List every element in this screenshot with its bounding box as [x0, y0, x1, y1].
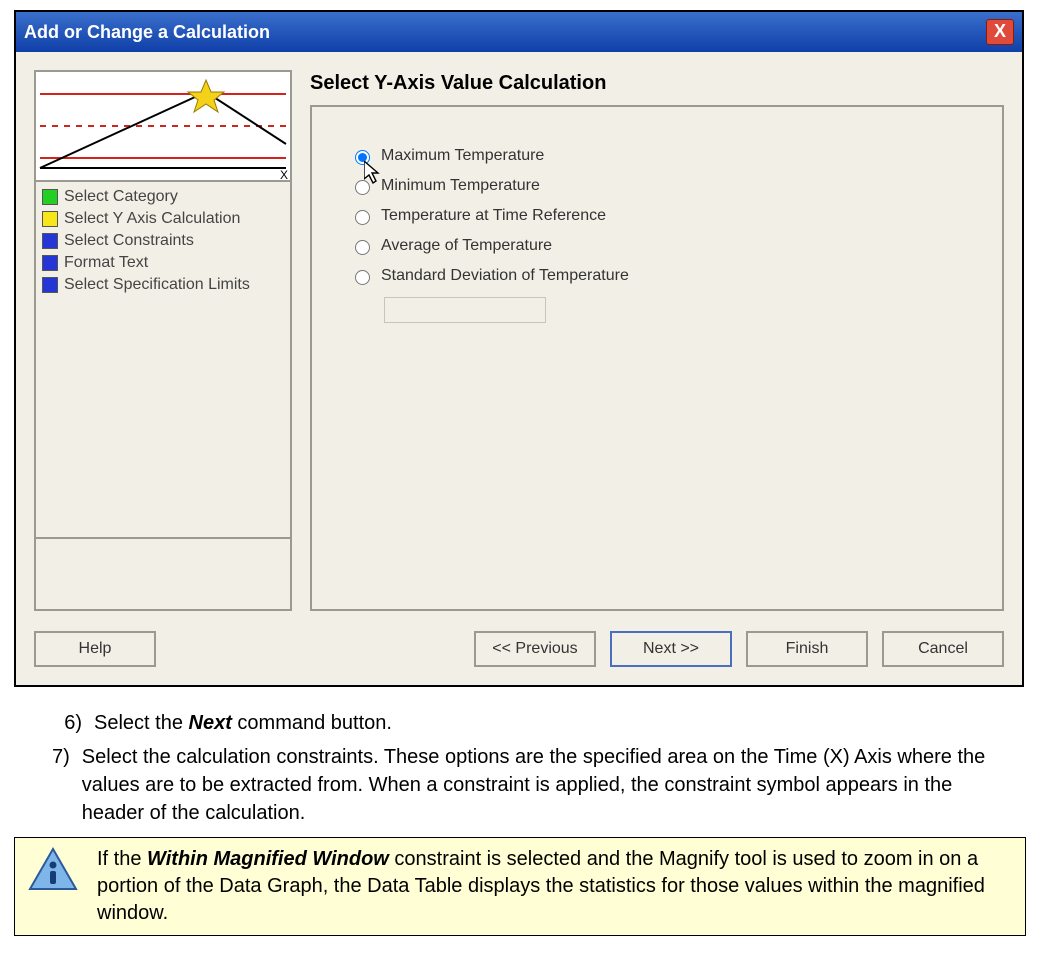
radio-input[interactable] [355, 270, 370, 285]
button-label: Help [79, 640, 112, 658]
close-button[interactable]: X [986, 19, 1014, 45]
radio-option-avg-temp[interactable]: Average of Temperature [350, 237, 992, 255]
instruction-7: 7) Select the calculation constraints. T… [52, 743, 1006, 827]
radio-option-stddev-temp[interactable]: Standard Deviation of Temperature [350, 267, 992, 285]
step-label: Select Y Axis Calculation [64, 210, 240, 228]
panel-heading: Select Y-Axis Value Calculation [310, 70, 1004, 105]
wizard-step[interactable]: Select Category [42, 186, 284, 208]
button-label: Next >> [643, 640, 699, 658]
disabled-dropdown [384, 297, 546, 323]
option-label: Minimum Temperature [381, 177, 540, 195]
radio-input[interactable] [355, 150, 370, 165]
disabled-dropdown-row [376, 297, 992, 323]
next-button[interactable]: Next >> [610, 631, 732, 667]
wizard-step[interactable]: Select Constraints [42, 230, 284, 252]
step-label: Select Category [64, 188, 178, 206]
step-label: Select Specification Limits [64, 276, 250, 294]
note-box: If the Within Magnified Window constrain… [14, 837, 1026, 936]
instruction-6: 6) Select the Next command button. [52, 709, 1006, 737]
option-label: Standard Deviation of Temperature [381, 267, 629, 285]
preview-x-label: X [280, 168, 288, 182]
step-marker-icon [42, 211, 58, 227]
titlebar: Add or Change a Calculation X [16, 12, 1022, 52]
wizard-step[interactable]: Format Text [42, 252, 284, 274]
radio-option-temp-at-ref[interactable]: Temperature at Time Reference [350, 207, 992, 225]
window-title: Add or Change a Calculation [24, 22, 270, 43]
radio-option-max-temp[interactable]: Maximum Temperature [350, 147, 992, 165]
help-button[interactable]: Help [34, 631, 156, 667]
chart-preview: X [34, 70, 292, 182]
description-box [34, 539, 292, 611]
button-label: Finish [786, 640, 829, 658]
instruction-text: Select the calculation constraints. Thes… [82, 743, 1006, 827]
finish-button[interactable]: Finish [746, 631, 868, 667]
radio-input[interactable] [355, 180, 370, 195]
note-text: If the Within Magnified Window constrain… [97, 846, 1013, 927]
radio-option-min-temp[interactable]: Minimum Temperature [350, 177, 992, 195]
option-label: Average of Temperature [381, 237, 552, 255]
step-label: Format Text [64, 254, 148, 272]
cancel-button[interactable]: Cancel [882, 631, 1004, 667]
step-marker-icon [42, 255, 58, 271]
close-icon: X [994, 21, 1006, 41]
radio-input[interactable] [355, 240, 370, 255]
instruction-number: 7) [52, 743, 70, 827]
step-label: Select Constraints [64, 232, 194, 250]
wizard-dialog: Add or Change a Calculation X [14, 10, 1024, 687]
previous-button[interactable]: << Previous [474, 631, 596, 667]
button-label: << Previous [492, 640, 577, 658]
radio-input[interactable] [355, 210, 370, 225]
wizard-step[interactable]: Select Y Axis Calculation [42, 208, 284, 230]
wizard-steps-list: Select Category Select Y Axis Calculatio… [34, 182, 292, 539]
option-label: Maximum Temperature [381, 147, 544, 165]
step-marker-icon [42, 189, 58, 205]
info-icon [27, 846, 79, 894]
instruction-list: 6) Select the Next command button. 7) Se… [14, 709, 1026, 827]
option-label: Temperature at Time Reference [381, 207, 606, 225]
wizard-button-row: Help << Previous Next >> Finish Cancel [16, 617, 1022, 685]
options-panel: Maximum Temperature Minimum Temperature … [310, 105, 1004, 611]
instruction-number: 6) [52, 709, 82, 737]
wizard-step[interactable]: Select Specification Limits [42, 274, 284, 296]
step-marker-icon [42, 277, 58, 293]
button-label: Cancel [918, 640, 968, 658]
step-marker-icon [42, 233, 58, 249]
instruction-text: Select the Next command button. [94, 709, 392, 737]
